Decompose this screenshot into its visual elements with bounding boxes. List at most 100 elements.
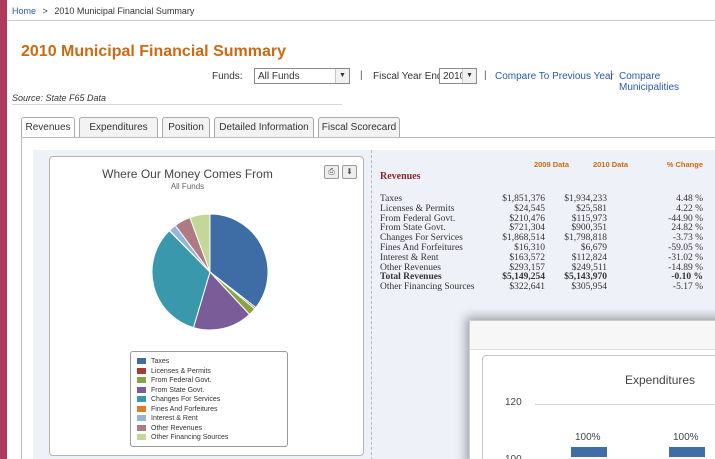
- cell-change: 4.22 %: [676, 203, 703, 214]
- cell-change: -59.05 %: [668, 243, 703, 253]
- cell-2009: $163,572: [509, 252, 545, 263]
- revenue-chart-card: Where Our Money Comes From All Funds ⎙ ⬇…: [49, 156, 364, 456]
- tab-position[interactable]: Position: [162, 117, 210, 137]
- column-header-2010: 2010 Data: [592, 160, 628, 169]
- legend-swatch: [137, 367, 146, 374]
- legend-item: Licenses & Permits: [137, 367, 211, 376]
- revenue-pie-chart: [151, 213, 269, 331]
- separator: |: [610, 70, 613, 81]
- cell-2009: $5,149,254: [502, 272, 545, 283]
- cell-2009: $1,851,376: [502, 194, 545, 204]
- legend-label: Fines And Forfeitures: [151, 405, 218, 413]
- legend-item: From Federal Govt.: [137, 376, 212, 385]
- legend-swatch: [137, 386, 146, 393]
- cell-2010: $6,679: [580, 243, 607, 253]
- funds-select[interactable]: All Funds ▼: [254, 68, 350, 84]
- row-label: Taxes: [380, 194, 403, 204]
- table-row: Total Revenues $5,149,254 $5,143,970 -0.10 …: [377, 272, 715, 282]
- cell-2010: $112,824: [571, 252, 607, 263]
- gridline: [535, 404, 715, 405]
- column-header-2009: 2009 Data: [533, 160, 569, 169]
- source-divider: [12, 104, 342, 105]
- cell-2009: $24,545: [514, 203, 545, 214]
- cell-2009: $16,310: [514, 243, 545, 253]
- table-row: Other Financing Sources $322,641 $305,954 -…: [377, 282, 715, 292]
- panel-divider: [371, 150, 372, 459]
- legend-label: Interest & Rent: [151, 415, 198, 422]
- legend-item: Taxes: [137, 357, 169, 366]
- cell-change: -0.10 %: [671, 272, 703, 283]
- table-row: Other Revenues $293,157 $249,511 -14.89 %: [377, 263, 715, 273]
- legend-label: Taxes: [151, 358, 170, 365]
- chevron-down-icon[interactable]: ▼: [335, 69, 349, 83]
- tab-fiscal-scorecard[interactable]: Fiscal Scorecard: [318, 117, 400, 137]
- bar: [571, 447, 607, 457]
- legend-item: From State Govt.: [137, 386, 204, 395]
- cell-change: 4.48 %: [676, 194, 703, 204]
- legend-swatch: [137, 434, 146, 440]
- cell-change: -31.02 %: [668, 252, 703, 263]
- page-title: 2010 Municipal Financial Summary: [21, 43, 286, 60]
- legend-swatch: [137, 396, 146, 402]
- cell-2010: $1,934,233: [564, 194, 607, 204]
- printer-icon[interactable]: ⎙: [324, 165, 339, 179]
- expenditures-popup: Expenditures 120 100 100% 100%: [469, 320, 715, 459]
- y-tick-label: 100: [505, 454, 522, 459]
- row-label: Total Revenues: [380, 272, 442, 283]
- fiscal-year-select[interactable]: 2010 ▼: [439, 68, 477, 84]
- popup-titlebar[interactable]: [470, 321, 715, 350]
- table-title: Revenues: [380, 171, 421, 182]
- fiscal-year-label: Fiscal Year End:: [373, 71, 446, 82]
- cell-2010: $1,798,818: [564, 233, 607, 244]
- table-row: Licenses & Permits $24,545 $25,581 4.22 %: [377, 204, 715, 214]
- cell-2010: $5,143,970: [564, 272, 607, 283]
- legend-swatch: [137, 405, 146, 412]
- table-row: Taxes $1,851,376 $1,934,233 4.48 %: [377, 194, 715, 204]
- table-row: Interest & Rent $163,572 $112,824 -31.02 %: [377, 253, 715, 263]
- row-label: Other Revenues: [380, 262, 441, 273]
- y-tick-label: 120: [505, 397, 522, 408]
- funds-select-value: All Funds: [258, 71, 300, 82]
- cell-change: -3.73 %: [672, 233, 703, 244]
- breadcrumb-home-link[interactable]: Home: [12, 6, 36, 16]
- legend-item: Other Revenues: [137, 424, 202, 433]
- legend-item: Other Financing Sources: [137, 433, 228, 442]
- tab-revenues[interactable]: Revenues: [21, 117, 75, 138]
- compare-previous-year-link[interactable]: Compare To Previous Year: [495, 71, 614, 82]
- cell-change: -44.90 %: [668, 213, 703, 224]
- tab-expenditures[interactable]: Expenditures: [79, 117, 158, 137]
- breadcrumb: Home > 2010 Municipal Financial Summary: [12, 6, 194, 16]
- bar-data-label: 100%: [575, 432, 601, 443]
- chevron-down-icon[interactable]: ▼: [462, 69, 476, 83]
- legend-swatch: [137, 358, 146, 364]
- table-row: From State Govt. $721,304 $900,351 24.82 %: [377, 223, 715, 233]
- funds-label: Funds:: [212, 71, 243, 82]
- row-label: From Federal Govt.: [380, 213, 456, 224]
- expenditures-chart-card: Expenditures 120 100 100% 100%: [482, 355, 715, 459]
- legend-label: Changes For Services: [151, 396, 221, 403]
- legend-swatch: [137, 424, 146, 431]
- cell-2009: $322,641: [509, 282, 545, 293]
- row-label: From State Govt.: [380, 223, 446, 234]
- separator: |: [360, 70, 363, 81]
- legend-item: Changes For Services: [137, 395, 220, 404]
- row-label: Other Financing Sources: [380, 282, 475, 293]
- legend-item: Fines And Forfeitures: [137, 405, 218, 414]
- cell-2010: $25,581: [576, 203, 607, 214]
- cell-2009: $721,304: [509, 223, 545, 234]
- tab-detailed-information[interactable]: Detailed Information: [214, 117, 314, 137]
- breadcrumb-separator: >: [42, 6, 48, 16]
- separator: |: [484, 70, 487, 81]
- cell-change: -5.17 %: [672, 282, 703, 293]
- row-label: Interest & Rent: [380, 252, 439, 263]
- row-label: Fines And Forfeitures: [380, 243, 463, 253]
- source-note: Source: State F65 Data: [12, 93, 107, 103]
- cell-change: -14.89 %: [668, 262, 703, 273]
- header-divider: [7, 20, 715, 21]
- table-row: Changes For Services $1,868,514 $1,798,818…: [377, 233, 715, 243]
- compare-municipalities-link[interactable]: Compare Municipalities: [619, 71, 715, 93]
- legend-swatch: [137, 415, 146, 421]
- cell-2009: $1,868,514: [502, 233, 545, 244]
- download-icon[interactable]: ⬇: [342, 165, 357, 179]
- row-label: Licenses & Permits: [380, 203, 455, 214]
